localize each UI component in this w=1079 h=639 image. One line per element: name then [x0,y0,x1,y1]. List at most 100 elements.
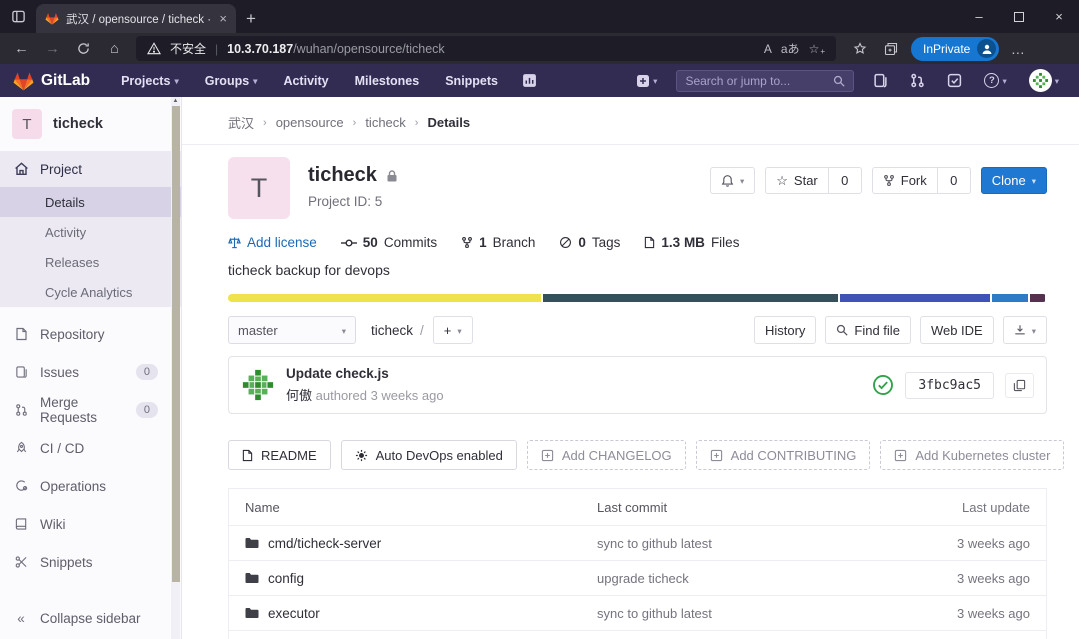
commit-message-link[interactable]: sync to github latest [597,536,880,551]
sidebar-item-activity[interactable]: Activity [0,217,181,247]
column-last-update: Last update [880,500,1030,515]
sidebar-item-label: Snippets [40,555,93,570]
add-license-link[interactable]: Add license [228,235,317,250]
sidebar-item-wiki[interactable]: Wiki [0,505,181,543]
tab-close-icon[interactable]: × [219,11,227,26]
add-file-dropdown[interactable]: + ▾ [433,316,473,344]
nav-activity[interactable]: Activity [274,64,337,97]
pipeline-passed-icon[interactable] [872,374,894,396]
sidebar-item-merge-requests[interactable]: Merge Requests 0 [0,391,181,429]
new-menu-button[interactable]: ▾ [629,64,664,97]
sidebar-item-cycle-analytics[interactable]: Cycle Analytics [0,277,181,307]
add-favorite-button[interactable]: ☆+ [809,42,825,56]
file-name-cell[interactable]: executor [245,606,597,621]
scrollbar-up-arrow[interactable]: ▲ [171,97,180,105]
star-count[interactable]: 0 [828,167,862,194]
collections-button[interactable] [876,36,905,62]
fork-count[interactable]: 0 [937,167,971,194]
add-kubernetes-cluster-button[interactable]: Add Kubernetes cluster [880,440,1064,470]
breadcrumb-sep-icon: › [353,117,357,129]
help-icon: ? [984,73,999,88]
column-name: Name [245,500,597,515]
navbar-todos-button[interactable] [940,64,969,97]
commits-link[interactable]: 50Commits [341,235,437,250]
sidebar-item-operations[interactable]: Operations [0,467,181,505]
search-input[interactable] [685,74,827,88]
branch-selector[interactable]: master ▾ [228,316,356,344]
translate-button[interactable]: aあ [781,40,800,57]
commit-title-link[interactable]: Update check.js [286,366,444,381]
sidebar-project-header[interactable]: T ticheck [0,97,181,151]
read-aloud-icon: A [764,42,772,56]
sidebar-item-project[interactable]: Project [0,151,181,187]
breadcrumb-project[interactable]: ticheck [365,115,405,130]
sidebar-scrollbar-track[interactable]: ▲ [171,97,180,639]
repo-path-root[interactable]: ticheck [371,323,413,338]
project-title: ticheck [308,164,377,187]
auto-devops-button[interactable]: Auto DevOps enabled [341,440,517,470]
back-button[interactable]: ← [7,36,36,62]
minimize-button[interactable]: – [959,0,999,33]
sidebar-item-snippets[interactable]: Snippets [0,543,181,581]
commit-message-link[interactable]: sync to github latest [597,606,880,621]
project-id: Project ID: 5 [308,194,398,209]
browser-tab-active[interactable]: 武汉 / opensource / ticheck · Gi × [36,4,236,33]
tags-link[interactable]: 0Tags [559,235,620,250]
navbar-issues-button[interactable] [866,64,895,97]
breadcrumb-subgroup[interactable]: opensource [276,115,344,130]
maximize-button[interactable] [999,0,1039,33]
nav-projects[interactable]: Projects▾ [112,64,188,97]
clone-button[interactable]: Clone ▾ [981,167,1047,194]
breadcrumb-group[interactable]: 武汉 [228,113,254,132]
readme-button[interactable]: README [228,440,331,470]
files-link[interactable]: 1.3 MBFiles [644,235,739,250]
sidebar-item-ci-cd[interactable]: CI / CD [0,429,181,467]
last-update-cell: 3 weeks ago [880,606,1030,621]
browser-menu-button[interactable]: … [1005,41,1031,57]
commit-author[interactable]: 何傲 [286,388,312,403]
translate-icon: aあ [781,40,800,57]
inprivate-badge[interactable]: InPrivate [911,37,999,61]
fork-button[interactable]: Fork [872,167,938,194]
commit-message-link[interactable]: upgrade ticheck [597,571,880,586]
find-file-button[interactable]: Find file [825,316,911,344]
forward-button[interactable]: → [38,36,67,62]
star-button[interactable]: ☆ Star [765,167,829,194]
nav-snippets[interactable]: Snippets [436,64,507,97]
user-menu-button[interactable]: ▾ [1022,64,1066,97]
sidebar-item-details[interactable]: Details [0,187,181,217]
refresh-button[interactable] [69,36,98,62]
read-aloud-button[interactable]: A [764,42,772,56]
home-button[interactable]: ⌂ [100,36,129,62]
copy-commit-hash-button[interactable] [1005,373,1034,398]
gitlab-brand[interactable]: GitLab [13,71,90,91]
sidebar-project-name: ticheck [53,116,103,132]
nav-groups[interactable]: Groups▾ [196,64,267,97]
file-name-cell[interactable]: config [245,571,597,586]
sidebar-item-repository[interactable]: Repository [0,315,181,353]
sidebar-item-releases[interactable]: Releases [0,247,181,277]
fork-button-group: Fork 0 [872,167,971,194]
maximize-icon [1014,12,1024,22]
navbar-merge-requests-button[interactable] [903,64,932,97]
file-name-cell[interactable]: cmd/ticheck-server [245,536,597,551]
nav-charts-button[interactable] [515,64,544,97]
sidebar-scrollbar-thumb[interactable] [172,106,180,582]
sidebar-item-issues[interactable]: Issues 0 [0,353,181,391]
branches-link[interactable]: 1Branch [461,235,535,250]
notifications-dropdown[interactable]: ▾ [710,167,755,194]
history-button[interactable]: History [754,316,816,344]
merge-requests-count-badge: 0 [136,402,158,418]
help-menu-button[interactable]: ? ▾ [977,64,1013,97]
add-contributing-button[interactable]: Add CONTRIBUTING [696,440,871,470]
close-button[interactable]: × [1039,0,1079,33]
add-changelog-button[interactable]: Add CHANGELOG [527,440,686,470]
download-dropdown[interactable]: ▾ [1003,316,1047,344]
address-bar[interactable]: 不安全 | 10.3.70.187/wuhan/opensource/tiche… [136,36,836,61]
new-tab-button[interactable]: + [236,4,266,33]
web-ide-button[interactable]: Web IDE [920,316,994,344]
nav-milestones[interactable]: Milestones [346,64,429,97]
tab-workspaces-button[interactable] [0,0,36,33]
collapse-sidebar-button[interactable]: « Collapse sidebar [0,597,171,639]
favorites-button[interactable] [845,36,874,62]
